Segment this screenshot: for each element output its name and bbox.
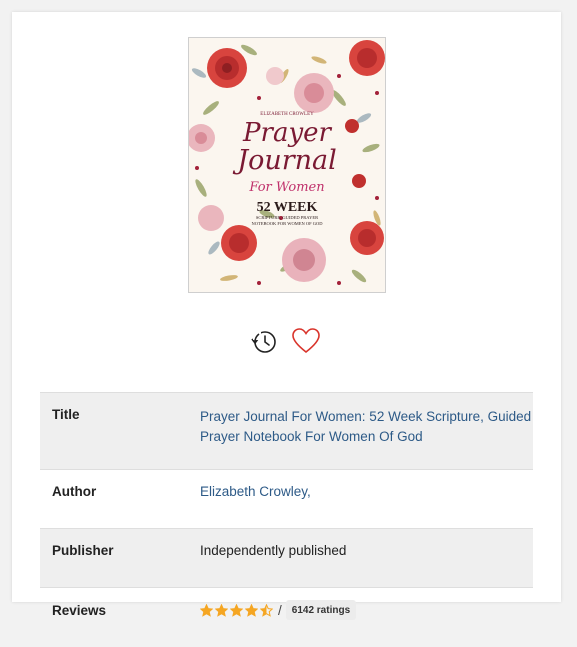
star-full-icon: [230, 604, 243, 617]
reviews-label: Reviews: [40, 588, 200, 647]
cover-subtitle-line2: NOTEBOOK FOR WOMEN OF GOD: [252, 221, 324, 226]
star-half-icon: [260, 604, 273, 617]
book-cover-image[interactable]: ELIZABETH CROWLEY Prayer Journal For Wom…: [188, 37, 386, 293]
book-details-table: Title Prayer Journal For Women: 52 Week …: [40, 392, 533, 647]
rating-stars: [200, 604, 275, 617]
title-link[interactable]: Prayer Journal For Women: 52 Week Script…: [200, 409, 531, 444]
publisher-value: Independently published: [200, 529, 533, 588]
rating-separator: /: [278, 603, 282, 618]
table-row: Reviews / 6142 ratings: [40, 588, 533, 647]
heart-icon: [291, 327, 321, 355]
title-label: Title: [40, 393, 200, 470]
cover-title-line1: Prayer: [242, 118, 332, 148]
product-card: ELIZABETH CROWLEY Prayer Journal For Wom…: [12, 12, 561, 602]
history-button[interactable]: [247, 324, 281, 358]
cover-title-line2: Journal: [232, 145, 337, 176]
ratings-count-badge[interactable]: 6142 ratings: [286, 600, 356, 620]
star-full-icon: [245, 604, 258, 617]
author-label: Author: [40, 470, 200, 529]
cover-weeks-text: 52 WEEK: [257, 200, 318, 215]
history-icon: [249, 326, 279, 356]
action-buttons: [247, 324, 327, 358]
wishlist-button[interactable]: [289, 324, 323, 358]
table-row: Author Elizabeth Crowley,: [40, 470, 533, 529]
cover-author-text: ELIZABETH CROWLEY: [260, 112, 314, 117]
author-link[interactable]: Elizabeth Crowley,: [200, 484, 311, 499]
table-row: Title Prayer Journal For Women: 52 Week …: [40, 393, 533, 470]
publisher-label: Publisher: [40, 529, 200, 588]
cover-title-line3: For Women: [248, 180, 324, 195]
star-full-icon: [200, 604, 213, 617]
star-full-icon: [215, 604, 228, 617]
table-row: Publisher Independently published: [40, 529, 533, 588]
